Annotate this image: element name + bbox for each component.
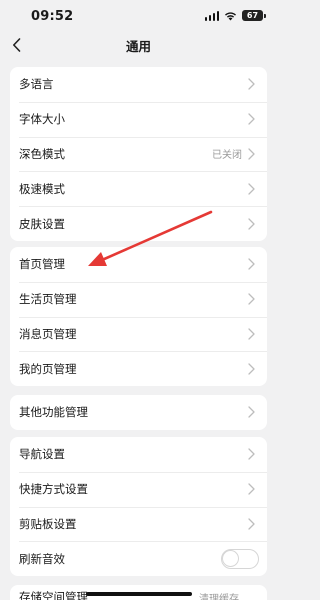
wifi-icon — [225, 11, 236, 20]
row-label: 生活页管理 — [19, 292, 77, 307]
home-indicator — [86, 592, 192, 596]
row-my-page-management[interactable]: 我的页管理 — [10, 351, 267, 386]
row-font-size[interactable]: 字体大小 — [10, 101, 267, 137]
row-label: 存储空间管理 — [19, 590, 88, 600]
row-navigation-settings[interactable]: 导航设置 — [10, 437, 267, 472]
row-label: 刷新音效 — [19, 551, 65, 566]
row-refresh-sound: 刷新音效 — [10, 541, 267, 576]
row-label: 剪贴板设置 — [19, 516, 77, 531]
row-label: 其他功能管理 — [19, 405, 88, 420]
row-skin-settings[interactable]: 皮肤设置 — [10, 206, 267, 241]
row-other-features[interactable]: 其他功能管理 — [10, 395, 267, 430]
chevron-right-icon — [248, 78, 255, 91]
row-message-page-management[interactable]: 消息页管理 — [10, 316, 267, 352]
row-home-page-management[interactable]: 首页管理 — [10, 247, 267, 282]
row-label: 消息页管理 — [19, 326, 77, 341]
status-bar: 09:52 67 — [0, 0, 277, 32]
row-label: 多语言 — [19, 77, 54, 92]
row-clipboard-settings[interactable]: 剪贴板设置 — [10, 506, 267, 542]
battery-icon: 67 — [242, 10, 266, 21]
row-shortcut-settings[interactable]: 快捷方式设置 — [10, 471, 267, 507]
chevron-right-icon — [248, 328, 255, 340]
dark-mode-status: 已关闭 — [212, 150, 242, 162]
toggle-knob — [223, 550, 238, 566]
chevron-right-icon — [248, 217, 255, 230]
row-label: 皮肤设置 — [19, 216, 65, 231]
row-label: 首页管理 — [19, 257, 65, 272]
row-label: 导航设置 — [19, 447, 65, 462]
settings-group-shortcuts: 导航设置 快捷方式设置 剪贴板设置 刷新音效 — [10, 437, 267, 577]
settings-general-page: 09:52 67 通用 多语言 字体大小 深色模式 已关闭 极速模式 皮肤设置 … — [0, 0, 277, 600]
refresh-sound-toggle[interactable] — [221, 548, 259, 569]
chevron-right-icon — [248, 258, 255, 271]
settings-group-display: 多语言 字体大小 深色模式 已关闭 极速模式 皮肤设置 — [10, 67, 267, 241]
row-label: 深色模式 — [19, 146, 65, 161]
row-label: 极速模式 — [19, 181, 65, 196]
row-language[interactable]: 多语言 — [10, 67, 267, 102]
settings-group-pages: 首页管理 生活页管理 消息页管理 我的页管理 — [10, 247, 267, 387]
chevron-right-icon — [248, 406, 255, 419]
row-label: 我的页管理 — [19, 361, 77, 376]
row-label: 字体大小 — [19, 112, 65, 127]
cellular-signal-icon — [204, 10, 219, 21]
row-life-page-management[interactable]: 生活页管理 — [10, 281, 267, 317]
chevron-right-icon — [248, 293, 255, 305]
nav-bar: 通用 — [0, 32, 277, 58]
chevron-right-icon — [248, 113, 255, 125]
row-label: 快捷方式设置 — [19, 482, 88, 497]
row-dark-mode[interactable]: 深色模式 已关闭 — [10, 136, 267, 172]
chevron-right-icon — [248, 363, 255, 375]
clear-cache-value: 清理缓存 — [199, 594, 239, 600]
status-icons: 67 — [204, 10, 266, 21]
row-fast-mode[interactable]: 极速模式 — [10, 171, 267, 206]
chevron-right-icon — [248, 148, 255, 160]
settings-group-other: 其他功能管理 — [10, 395, 267, 430]
chevron-right-icon — [248, 483, 255, 495]
status-time: 09:52 — [31, 9, 74, 24]
chevron-right-icon — [248, 183, 255, 195]
chevron-right-icon — [248, 518, 255, 530]
chevron-right-icon — [248, 448, 255, 461]
page-title: 通用 — [125, 39, 151, 54]
